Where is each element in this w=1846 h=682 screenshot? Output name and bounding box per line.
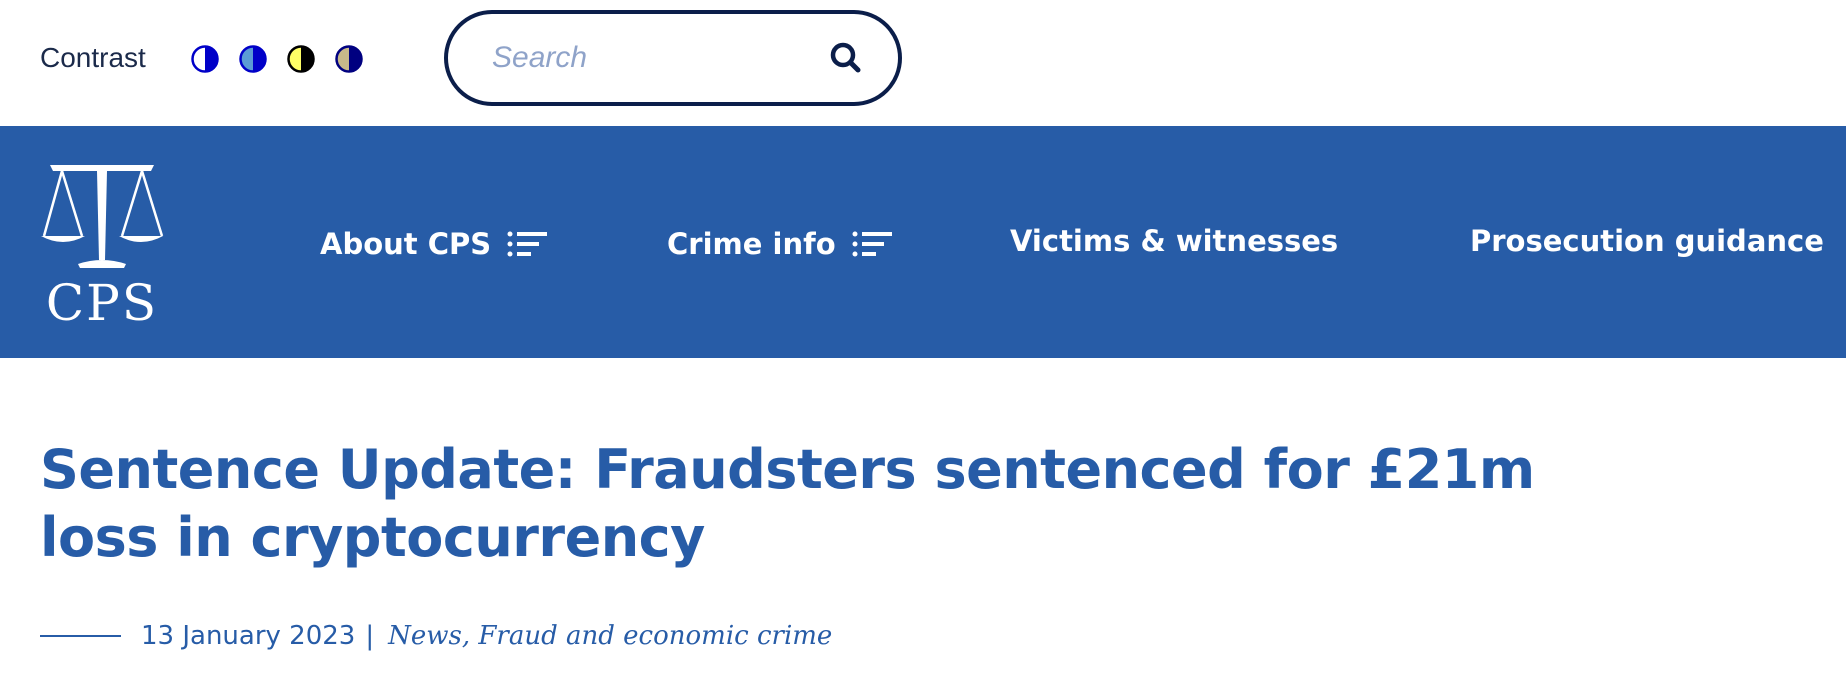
article-meta: 13 January 2023 | News, Fraud and econom…	[40, 618, 832, 654]
scales-of-justice-icon	[41, 165, 164, 268]
article-categories[interactable]: News, Fraud and economic crime	[388, 621, 832, 651]
contrast-blue-icon[interactable]	[238, 44, 268, 74]
nav-item-victims-witnesses[interactable]: Victims & witnesses	[1010, 221, 1338, 261]
logo-wordmark: CPS	[46, 274, 158, 326]
nav-item-crime-info[interactable]: Crime info	[667, 224, 892, 264]
main-navigation: CPS About CPS Crime info Victims & witne…	[0, 126, 1846, 358]
contrast-label: Contrast	[40, 42, 146, 73]
search-box	[444, 10, 902, 106]
page-title: Sentence Update: Fraudsters sentenced fo…	[40, 438, 1535, 569]
menu-lines-icon	[507, 231, 548, 257]
nav-item-prosecution-guidance[interactable]: Prosecution guidance	[1470, 221, 1824, 261]
menu-lines-icon	[852, 231, 892, 257]
meta-divider	[40, 635, 121, 637]
nav-item-label: Prosecution guidance	[1470, 224, 1824, 258]
nav-item-about-cps[interactable]: About CPS	[320, 224, 548, 264]
publish-date: 13 January 2023	[141, 621, 356, 651]
nav-item-label: Crime info	[667, 227, 836, 261]
search-input[interactable]	[492, 36, 812, 80]
contrast-yellow-icon[interactable]	[286, 44, 316, 74]
search-icon	[830, 42, 861, 73]
contrast-options	[190, 44, 364, 74]
nav-item-label: Victims & witnesses	[1010, 224, 1339, 258]
contrast-beige-icon[interactable]	[334, 44, 364, 74]
nav-item-label: About CPS	[320, 227, 492, 261]
search-button[interactable]	[826, 38, 866, 78]
contrast-default-icon[interactable]	[190, 44, 220, 74]
meta-separator: |	[365, 621, 375, 651]
utility-bar: Contrast	[0, 0, 1846, 126]
cps-logo[interactable]: CPS	[40, 162, 164, 326]
